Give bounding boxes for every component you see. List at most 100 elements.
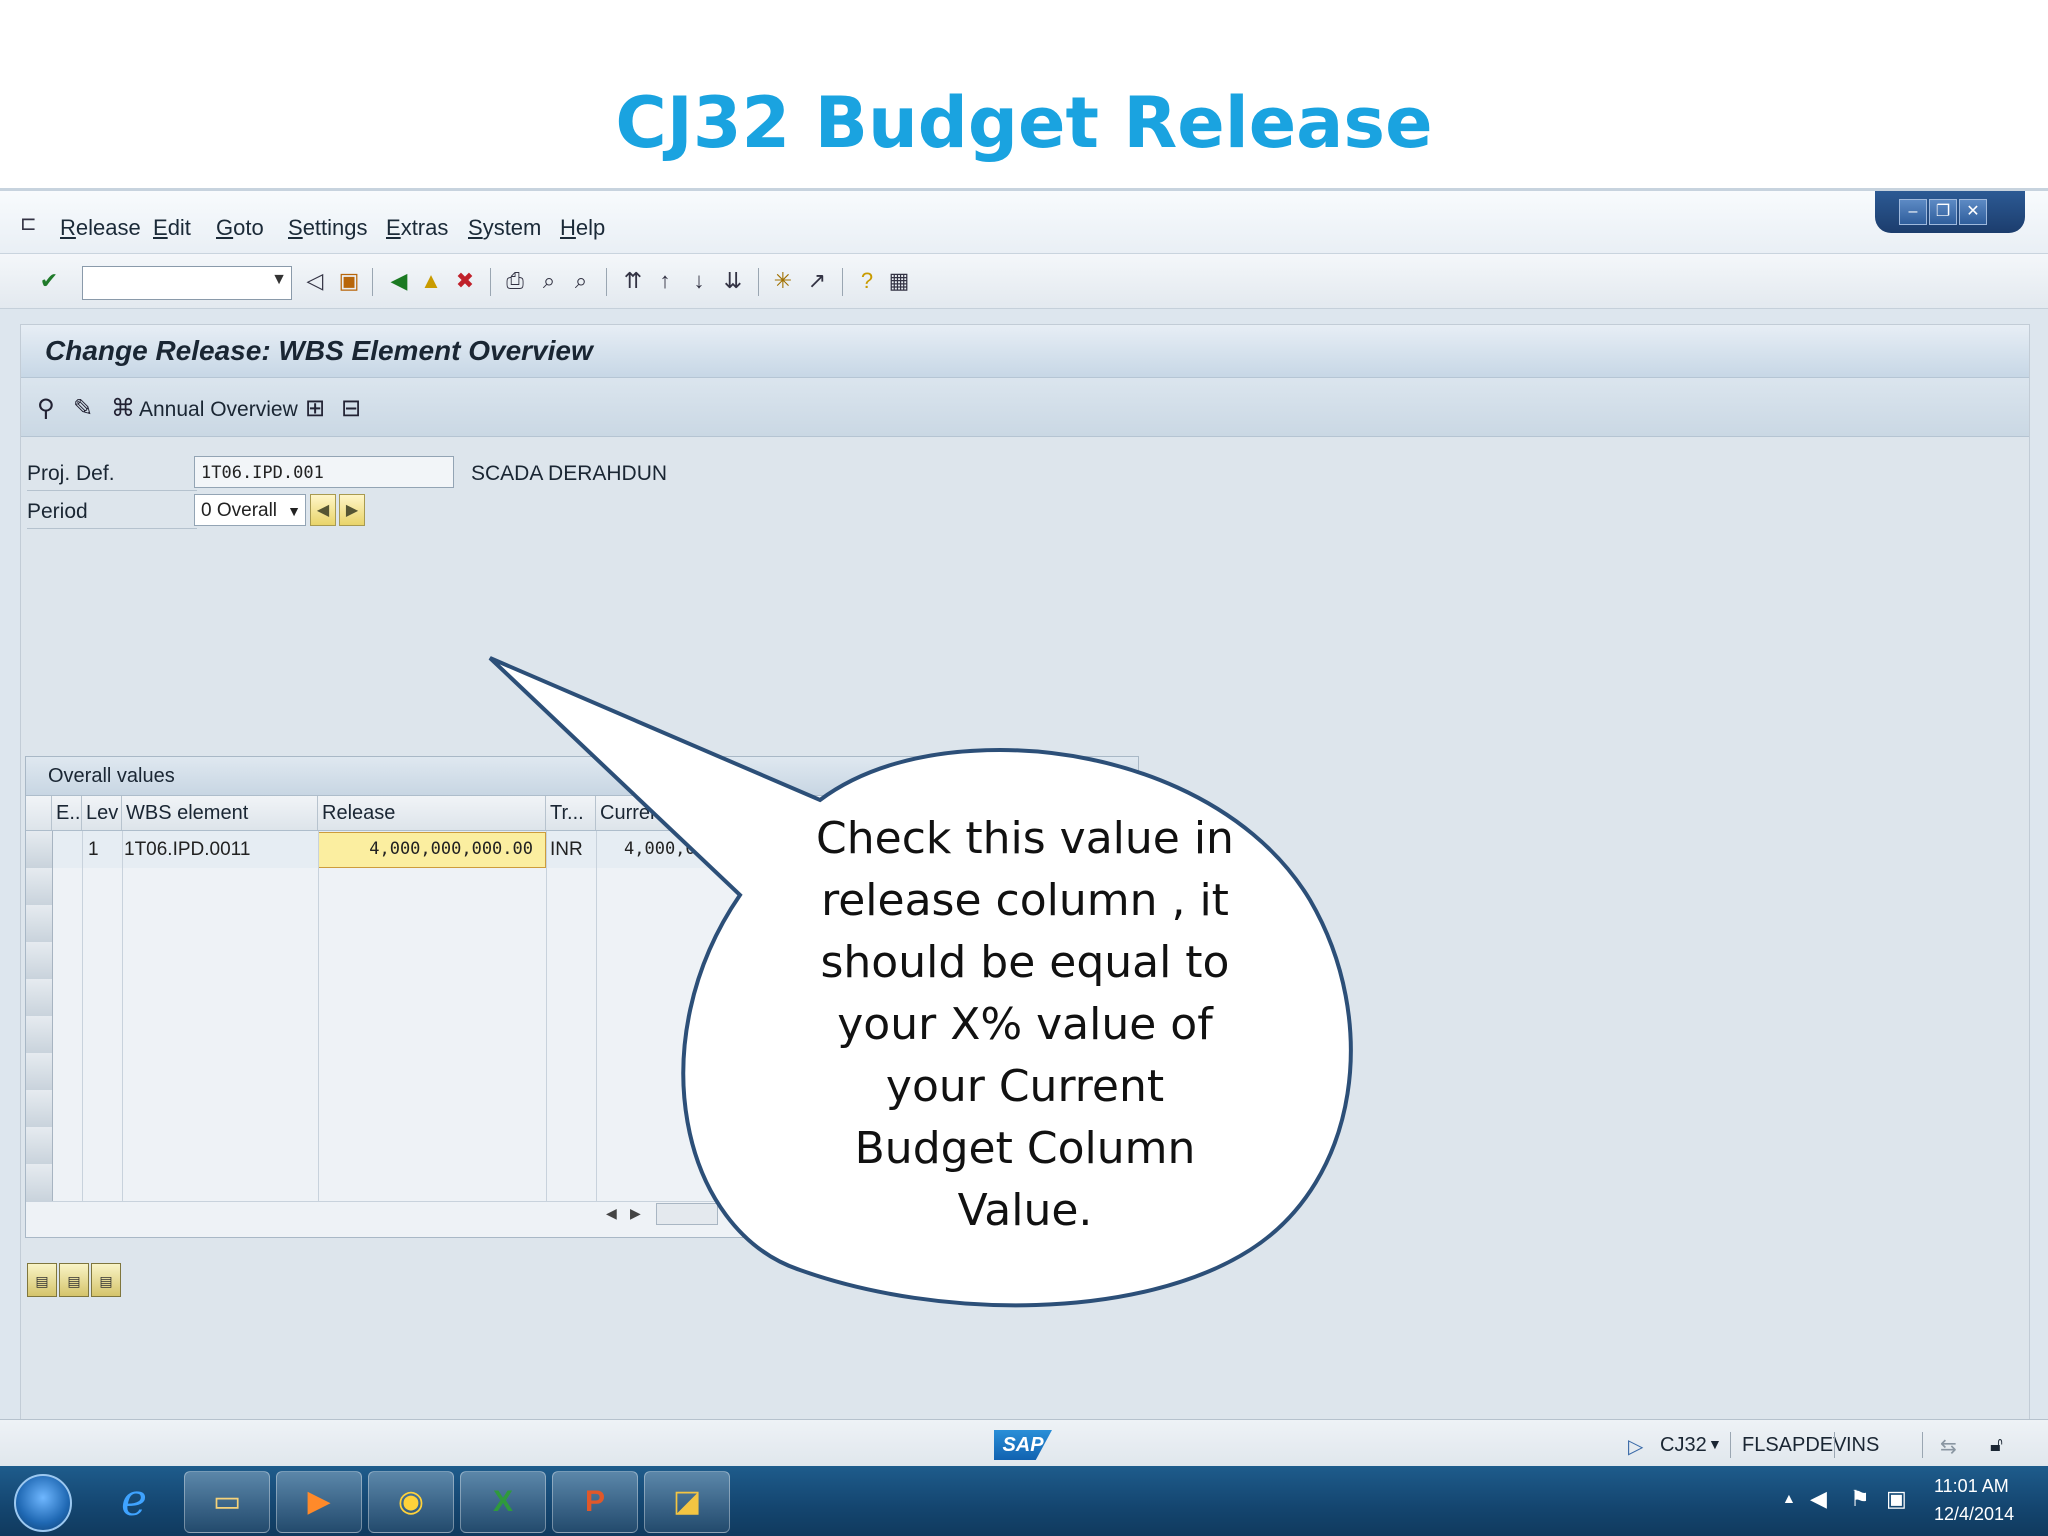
title-bar: Change Release: WBS Element Overview (21, 325, 2029, 378)
scroll-left-icon[interactable]: ◀ (606, 1205, 617, 1222)
row-selector[interactable] (26, 1053, 53, 1090)
row-selector[interactable] (26, 831, 53, 868)
action-center-flag-icon[interactable]: ⚑ (1850, 1486, 1870, 1512)
back-arrow-icon[interactable]: ◁ (302, 268, 328, 294)
hierarchy-icon[interactable]: ⚲ (37, 394, 55, 423)
lock-icon[interactable]: 🔓︎ (1990, 1434, 2003, 1457)
enter-check-icon[interactable]: ✔ (36, 268, 62, 294)
horizontal-scroll-thumb[interactable] (656, 1203, 718, 1225)
expand-icon[interactable]: ⊞ (305, 394, 325, 423)
close-icon[interactable]: ✕ (1959, 199, 1987, 225)
back-icon[interactable]: ◀ (386, 268, 412, 294)
column-header[interactable]: Release (318, 796, 546, 830)
menu-settings[interactable]: Settings (288, 215, 368, 241)
chrome-icon[interactable]: ◉ (368, 1471, 454, 1533)
row-selector[interactable] (26, 1164, 53, 1201)
layout-menu-icon[interactable]: ▦ (886, 268, 912, 294)
sap-logo: SAP (994, 1430, 1052, 1460)
annual-overview-button[interactable]: Annual Overview (139, 398, 298, 422)
menu-release[interactable]: Release (60, 215, 141, 241)
menu-edit[interactable]: Edit (153, 215, 191, 241)
period-select[interactable]: 0 Overall ▼ (194, 494, 306, 526)
chevron-down-icon[interactable]: ▼ (271, 271, 287, 289)
callout-line: Value. (957, 1185, 1093, 1236)
menu-system[interactable]: System (468, 215, 541, 241)
start-button-icon[interactable] (14, 1474, 72, 1532)
annual-overview-icon[interactable]: ⌘ (111, 394, 135, 423)
row-selector[interactable] (26, 1016, 53, 1053)
previous-period-button[interactable]: ◀ (310, 494, 336, 526)
column-header[interactable]: Tr... (546, 796, 596, 830)
command-field[interactable]: ▼ (82, 266, 292, 300)
minimize-icon[interactable]: – (1899, 199, 1927, 225)
column-header[interactable]: E.. (52, 796, 82, 830)
network-icon[interactable]: ▣ (1886, 1486, 1907, 1512)
next-period-button[interactable]: ▶ (339, 494, 365, 526)
previous-page-icon[interactable]: ↑ (652, 268, 678, 294)
status-transaction[interactable]: CJ32 (1660, 1434, 1707, 1457)
find-icon[interactable]: ⌕ (536, 268, 562, 294)
column-header[interactable]: Lev (82, 796, 122, 830)
restore-icon[interactable]: ❐ (1929, 199, 1957, 225)
select-all-button[interactable]: ▤ (27, 1263, 57, 1297)
excel-icon[interactable]: X (460, 1471, 546, 1533)
toolbar-separator (606, 268, 607, 296)
period-label: Period (27, 500, 88, 523)
volume-muted-icon[interactable]: ◀ (1810, 1486, 1827, 1512)
select-block-button[interactable]: ▤ (59, 1263, 89, 1297)
next-page-icon[interactable]: ↓ (686, 268, 712, 294)
save-icon[interactable]: ▣ (336, 268, 362, 294)
column-header[interactable]: Current budget (596, 796, 802, 830)
media-player-icon[interactable]: ▶ (276, 1471, 362, 1533)
clock-date[interactable]: 12/4/2014 (1934, 1504, 2014, 1525)
cancel-icon[interactable]: ✖ (452, 268, 478, 294)
column-header[interactable]: WBS element (122, 796, 318, 830)
powerpoint-icon[interactable]: P (552, 1471, 638, 1533)
chevron-down-icon[interactable]: ▼ (287, 495, 301, 527)
callout-line: your X% value of (837, 999, 1213, 1050)
find-next-icon[interactable]: ⌕ (568, 268, 594, 294)
first-page-icon[interactable]: ⇈ (620, 268, 646, 294)
deselect-all-button[interactable]: ▤ (91, 1263, 121, 1297)
row-selector[interactable] (26, 1090, 53, 1127)
last-page-icon[interactable]: ⇊ (720, 268, 746, 294)
release-input[interactable]: 4,000,000,000.00 (318, 832, 546, 868)
proj-def-field[interactable]: 1T06.IPD.001 (194, 456, 454, 488)
table-caption-bar: Overall values (26, 757, 1138, 796)
file-explorer-icon[interactable]: ▭ (184, 1471, 270, 1533)
status-separator (1730, 1432, 1731, 1458)
chevron-down-icon[interactable]: ▼ (1708, 1436, 1722, 1452)
connection-icon: ⇆ (1940, 1436, 1957, 1458)
print-icon[interactable]: ⎙ (502, 268, 528, 294)
clock-time[interactable]: 11:01 AM (1934, 1476, 2009, 1497)
row-selector[interactable] (26, 942, 53, 979)
menu-goto[interactable]: Goto (216, 215, 264, 241)
field-underline (27, 490, 197, 491)
select-all-corner[interactable] (26, 796, 52, 830)
row-selector[interactable] (26, 1127, 53, 1164)
exit-icon[interactable]: ▲ (418, 268, 444, 294)
help-icon[interactable]: ? (854, 268, 880, 294)
menu-help[interactable]: Help (560, 215, 605, 241)
callout-text: Check this value in release column , it … (780, 808, 1270, 1242)
new-session-icon[interactable]: ✳ (770, 268, 796, 294)
row-selector[interactable] (26, 979, 53, 1016)
shortcut-icon[interactable]: ↗ (804, 268, 830, 294)
edit-pencil-icon[interactable]: ✎ (73, 394, 93, 423)
callout-line: Check this value in (816, 813, 1234, 864)
callout-line: Budget Column (854, 1123, 1196, 1174)
row-selector[interactable] (26, 905, 53, 942)
cell-wbs-element[interactable]: 1T06.IPD.0011 (124, 831, 250, 868)
sap-logon-icon[interactable]: ◪ (644, 1471, 730, 1533)
menu-list-icon[interactable]: ⊏ (20, 211, 37, 236)
scroll-right-icon[interactable]: ▶ (630, 1205, 641, 1222)
status-mode[interactable]: INS (1846, 1434, 1879, 1457)
column-divider (318, 831, 319, 1201)
menu-extras[interactable]: Extras (386, 215, 448, 241)
show-hidden-icons-icon[interactable]: ▲ (1782, 1490, 1796, 1506)
column-divider (82, 831, 83, 1201)
status-expand-icon[interactable]: ▷ (1628, 1434, 1643, 1459)
row-selector[interactable] (26, 868, 53, 905)
internet-explorer-icon[interactable]: e (92, 1471, 176, 1531)
collapse-icon[interactable]: ⊟ (341, 394, 361, 423)
